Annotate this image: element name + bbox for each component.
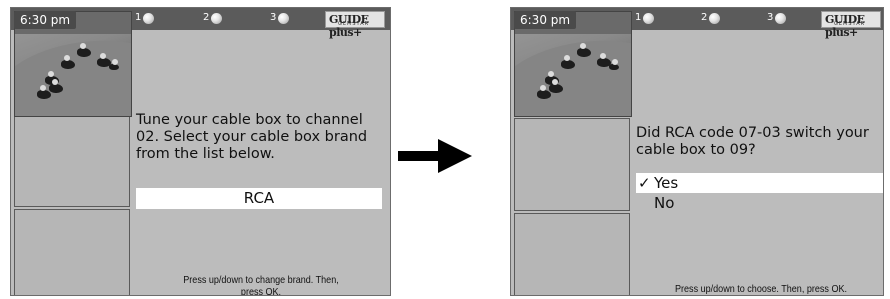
guide-plus-logo: GUIDE plus+ GEMSTAR — [821, 11, 881, 39]
motorcycle-rider-icon — [77, 43, 91, 57]
clock-time: 6:30 pm — [14, 11, 77, 29]
channel-dot-icon — [709, 12, 721, 24]
info-panel-lower — [14, 209, 130, 295]
motorcycle-rider-icon — [561, 55, 575, 69]
channel-indicator-3: 3 — [767, 12, 787, 24]
brand-selector[interactable]: RCA — [136, 188, 382, 209]
channel-indicator-1: 1 — [635, 12, 655, 24]
channel-indicator-2: 2 — [203, 12, 223, 24]
confirmation-question: Did RCA code 07-03 switch your cable box… — [636, 125, 869, 158]
channel-indicator-2: 2 — [701, 12, 721, 24]
motorcycle-rider-icon — [109, 59, 119, 70]
option-no[interactable]: No — [636, 194, 883, 213]
setup-screen-brand: 6:30 pm 1 2 3 GUIDE plus+ GEMSTAR Tune y… — [10, 7, 391, 296]
clock-time: 6:30 pm — [514, 11, 577, 29]
channel-indicator-1: 1 — [135, 12, 155, 24]
help-text: Press up/down to change brand. Then, pre… — [183, 274, 339, 296]
info-panel-upper — [514, 118, 630, 211]
channel-indicator-3: 3 — [270, 12, 290, 24]
instruction-text: Tune your cable box to channel 02. Selec… — [136, 112, 368, 162]
motorcycle-rider-icon — [537, 85, 551, 99]
option-yes[interactable]: ✓ Yes — [636, 173, 883, 193]
motorcycle-rider-icon — [61, 55, 75, 69]
info-panel-upper — [14, 112, 130, 207]
guide-plus-logo: GUIDE plus+ GEMSTAR — [325, 11, 385, 39]
motorcycle-rider-icon — [609, 59, 619, 70]
info-panel-lower — [514, 213, 630, 295]
motorcycle-rider-icon — [49, 79, 63, 93]
channel-dot-icon — [643, 12, 655, 24]
channel-dot-icon — [211, 12, 223, 24]
channel-dot-icon — [775, 12, 787, 24]
motorcycle-rider-icon — [549, 79, 563, 93]
help-text: Press up/down to choose. Then, press OK. — [675, 283, 847, 295]
motorcycle-rider-icon — [37, 85, 51, 99]
motorcycle-rider-icon — [577, 43, 591, 57]
checkmark-icon: ✓ — [638, 174, 651, 192]
channel-dot-icon — [278, 12, 290, 24]
setup-screen-confirm: 6:30 pm 1 2 3 GUIDE plus+ GEMSTAR Did RC… — [510, 7, 884, 296]
right-arrow-icon — [398, 139, 472, 173]
channel-dot-icon — [143, 12, 155, 24]
